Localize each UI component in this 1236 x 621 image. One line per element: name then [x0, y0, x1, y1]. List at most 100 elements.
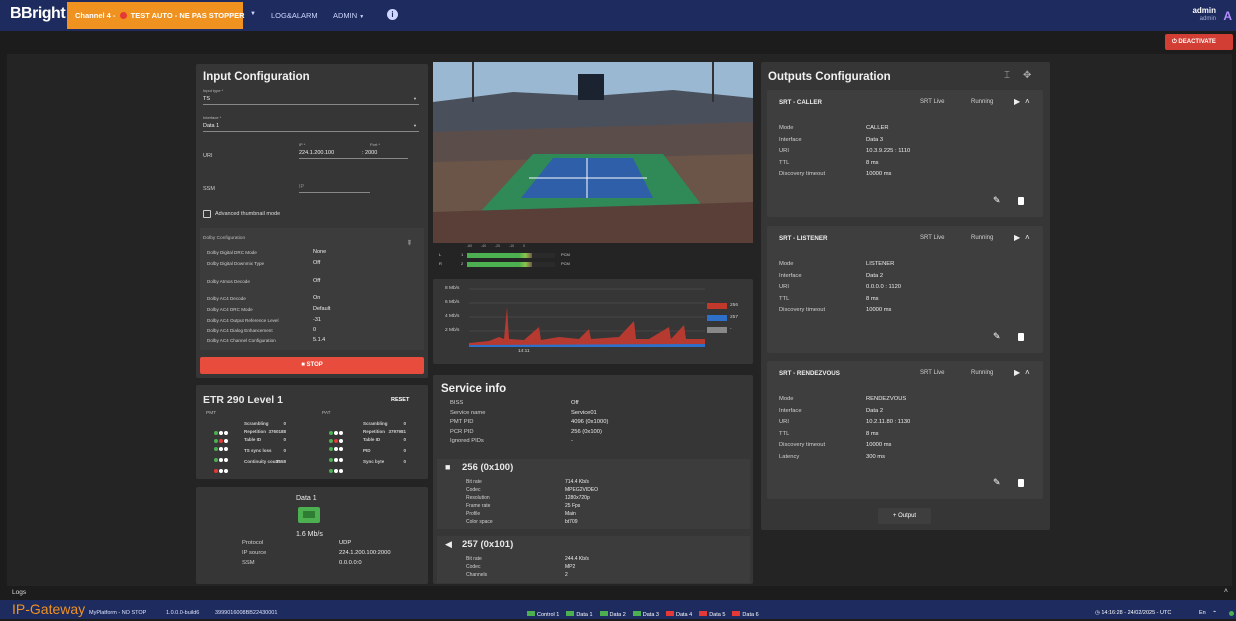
- version: 1.0.0.0-build6: [166, 610, 200, 616]
- ssm-label: SSM: [203, 186, 215, 192]
- interface-rate: 1.6 Mb/s: [296, 531, 323, 538]
- input-configuration-panel: Input Configuration Input type * TS ▼ In…: [196, 64, 428, 378]
- bitrate-tick: 2 Mb/s: [445, 328, 460, 333]
- interface-title: Data 1: [296, 495, 317, 502]
- dolby-key: Dolby AC4 Output Reference Level: [207, 318, 279, 323]
- interface-value: 224.1.200.100:2000: [339, 550, 391, 556]
- delete-icon[interactable]: [1018, 197, 1024, 205]
- info-icon[interactable]: i: [387, 9, 398, 20]
- play-icon[interactable]: ▶: [1014, 97, 1020, 106]
- meter-scale-label: -10: [509, 244, 515, 248]
- avatar[interactable]: A: [1223, 9, 1232, 23]
- delete-icon[interactable]: [1018, 333, 1024, 341]
- output-value: 8 ms: [866, 430, 879, 437]
- output-key: URI: [779, 419, 789, 425]
- stop-button[interactable]: ■ STOP: [200, 357, 424, 374]
- etr290-title: ETR 290 Level 1: [203, 394, 283, 406]
- audio-key: Bit rate: [466, 556, 482, 562]
- dolby-value: Off: [313, 260, 321, 266]
- interface-select[interactable]: Data 1 ▼: [203, 122, 419, 132]
- interface-chip: Data 3: [632, 611, 659, 618]
- bbright-logo: BBright: [10, 5, 66, 22]
- ssm-input[interactable]: IP: [299, 183, 370, 193]
- interface-chip-label: Data 5: [709, 612, 726, 618]
- service-info-title: Service info: [441, 383, 507, 395]
- meter-scale-label: -60: [467, 244, 473, 248]
- collapse-all-icon[interactable]: ⌶: [1004, 70, 1010, 81]
- interface-key: SSM: [242, 560, 255, 566]
- chevron-up-icon[interactable]: ˄: [1025, 368, 1030, 377]
- chevron-up-icon[interactable]: ˄: [1025, 233, 1030, 242]
- port-input[interactable]: : 2000: [362, 149, 408, 159]
- edit-icon[interactable]: ✎: [993, 331, 1001, 342]
- input-type-label: Input type *: [203, 88, 224, 93]
- video-key: Profile: [466, 511, 481, 517]
- bitrate-chart: 8 Mb/s 6 Mb/s 4 Mb/s 2 Mb/s 14:11 256 257 -: [433, 279, 753, 364]
- output-value: 300 ms: [866, 453, 886, 460]
- interface-key: Protocol: [242, 540, 264, 546]
- legend-swatch: [707, 303, 727, 309]
- output-value: 10.2.11.80 : 1130: [866, 419, 911, 425]
- video-key: Codec: [466, 487, 481, 493]
- deactivate-button[interactable]: ⏻ DEACTIVATE: [1165, 34, 1233, 50]
- bitrate-time-label: 14:11: [518, 349, 530, 354]
- dropdown-arrow-icon: ▼: [413, 123, 417, 128]
- play-icon[interactable]: ▶: [1014, 233, 1020, 242]
- video-thumbnail: [433, 62, 753, 243]
- output-key: Interface: [779, 407, 802, 414]
- logs-bar[interactable]: Logs ˄: [0, 586, 1236, 600]
- chevron-up-icon[interactable]: ˄: [1224, 588, 1228, 595]
- interface-chip-label: Data 1: [576, 612, 593, 618]
- audio-value: MP2: [565, 564, 576, 570]
- status-dot: [214, 469, 218, 473]
- speaker-icon: ◀: [445, 539, 452, 549]
- status-bar: IP-Gateway MyPlatform - NO STOP 1.0.0.0-…: [0, 600, 1236, 619]
- output-value: 10.3.9.225 : 1110: [866, 148, 911, 154]
- dolby-value: 0: [313, 327, 317, 333]
- add-output-button[interactable]: + Output: [878, 508, 931, 524]
- channel-dropdown-icon[interactable]: ▼: [250, 11, 256, 17]
- interface-label: Interface *: [203, 115, 222, 120]
- service-key: PCR PID: [450, 428, 474, 435]
- ip-input[interactable]: 224.1.200.100: [299, 149, 364, 159]
- video-pid-title: 256 (0x100): [462, 462, 514, 473]
- play-icon[interactable]: ▶: [1014, 368, 1020, 377]
- output-type: SRT Live: [920, 99, 945, 105]
- delete-icon[interactable]: [1018, 479, 1024, 487]
- language-selector[interactable]: En: [1199, 610, 1206, 616]
- user-menu[interactable]: admin admin: [1192, 7, 1216, 23]
- output-value: Data 2: [866, 407, 884, 414]
- bitrate-plot: [469, 288, 705, 347]
- interface-stats-panel: Data 1 1.6 Mb/s Protocol UDP IP source 224.…: [196, 487, 428, 584]
- output-name: SRT - RENDEZVOUS: [779, 370, 840, 377]
- chevron-up-icon[interactable]: ˄: [1025, 97, 1030, 106]
- interface-status-icon: [632, 611, 641, 616]
- service-value: 4096 (0x1000): [571, 419, 609, 425]
- menu-admin[interactable]: ADMIN ▼: [333, 11, 364, 20]
- audio-value: 2: [565, 572, 568, 578]
- port-label: Port *: [370, 142, 381, 147]
- edit-icon[interactable]: ✎: [993, 477, 1001, 488]
- channel-selector[interactable]: Channel 4 - TEST AUTO - NE PAS STOPPER: [67, 2, 245, 29]
- output-card: SRT - CALLER SRT Live Running ▶ ˄ Mode CALLER I…: [767, 90, 1043, 217]
- output-key: Latency: [779, 453, 800, 460]
- status-dot: [329, 469, 333, 473]
- expand-all-icon[interactable]: ✥: [1023, 70, 1031, 81]
- reset-button[interactable]: RESET: [391, 397, 409, 403]
- edit-icon[interactable]: ✎: [993, 195, 1001, 206]
- legend-swatch: [707, 315, 727, 321]
- input-type-select[interactable]: TS ▼: [203, 95, 419, 105]
- dolby-value: 5.1.4: [313, 337, 326, 343]
- interface-status-icon: [599, 611, 608, 616]
- datetime: ◷ 14:16:28 - 24/02/2025 - UTC: [1095, 610, 1172, 616]
- interface-status-icon: [566, 611, 575, 616]
- etr290-panel: ETR 290 Level 1 RESET PMT PAT Scrambling…: [196, 385, 428, 479]
- status-dot: [339, 469, 343, 473]
- video-value: MPEG2VIDEO: [565, 487, 599, 493]
- service-info-panel: Service info ■ 256 (0x100) ◀ 257 (0x101)…: [433, 375, 753, 584]
- menu-log-alarm[interactable]: LOG&ALARM: [271, 11, 318, 20]
- interface-chip: Data 4: [665, 611, 692, 618]
- outputs-title: Outputs Configuration: [768, 71, 891, 83]
- output-type: SRT Live: [920, 235, 945, 241]
- advanced-thumbnail-checkbox[interactable]: [203, 210, 211, 218]
